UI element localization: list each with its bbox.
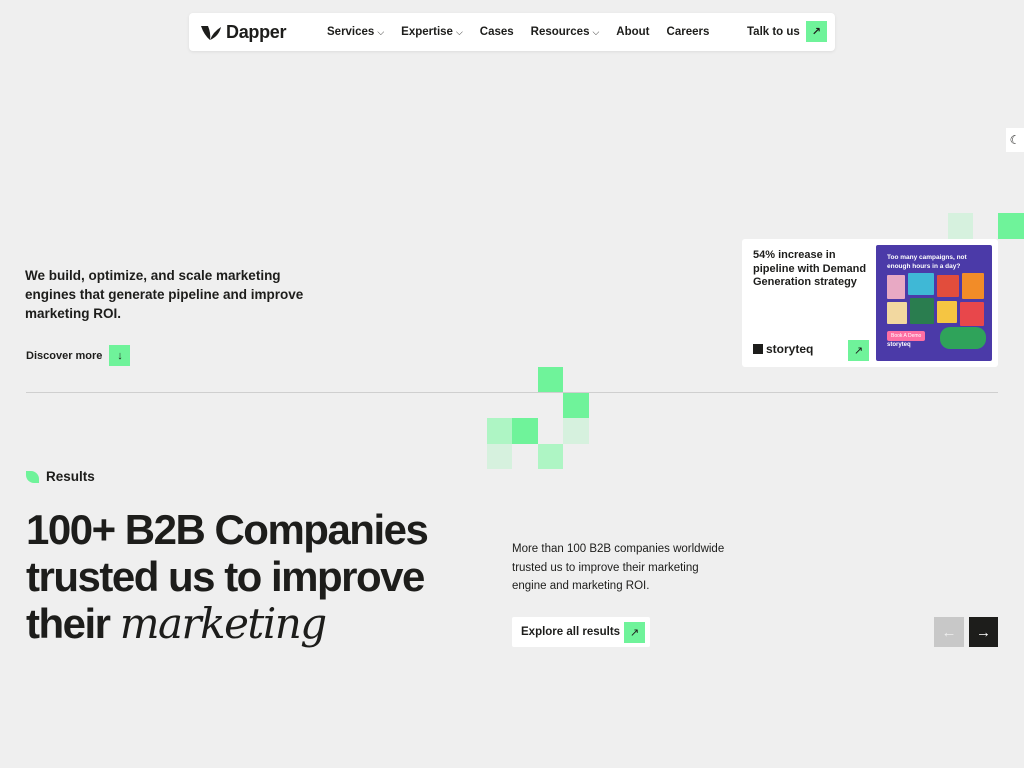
pixel-decoration <box>948 213 973 239</box>
image-tile <box>887 302 907 324</box>
storyteq-logo: storyteq <box>753 342 813 356</box>
image-tile <box>960 302 984 326</box>
main-menu: Services ⌵ Expertise ⌵ Cases Resources ⌵… <box>327 13 726 51</box>
arrow-left-icon: ← <box>941 623 957 641</box>
nav-item-label: Careers <box>666 26 710 38</box>
pixel-decoration <box>538 367 563 393</box>
image-tile <box>940 327 986 349</box>
pixel-decoration <box>563 418 589 444</box>
nav-item-expertise[interactable]: Expertise ⌵ <box>401 26 463 38</box>
storyteq-logo-icon <box>753 344 763 354</box>
results-headline: 100+ B2B Companies trusted us to improve… <box>26 506 466 647</box>
pixel-decoration <box>487 444 512 469</box>
nav-item-resources[interactable]: Resources ⌵ <box>531 26 600 38</box>
case-image-headline: Too many campaigns, not enough hours in … <box>887 254 967 270</box>
nav-item-about[interactable]: About <box>616 26 649 38</box>
pixel-decoration <box>512 418 538 444</box>
image-tile <box>937 275 959 297</box>
explore-label: Explore all results <box>521 626 621 638</box>
image-tile <box>962 273 984 299</box>
logo-text: Dapper <box>226 22 287 42</box>
moon-icon: ☾ <box>1009 133 1021 147</box>
arrow-right-icon: → <box>976 623 991 641</box>
case-study-title: 54% increase in pipeline with Demand Gen… <box>753 249 867 288</box>
carousel-prev-button[interactable]: ← <box>934 617 964 647</box>
top-navbar: Dapper Services ⌵ Expertise ⌵ Cases Reso… <box>189 13 835 51</box>
case-study-image: Too many campaigns, not enough hours in … <box>876 245 992 361</box>
logo[interactable]: Dapper <box>200 22 287 43</box>
nav-item-label: Cases <box>479 26 514 38</box>
results-label-text: Results <box>46 469 95 484</box>
theme-toggle-button[interactable]: ☾ <box>1006 128 1024 152</box>
nav-item-label: Services <box>327 26 375 38</box>
explore-all-results-button[interactable]: Explore all results ↗ <box>512 617 650 647</box>
pixel-decoration <box>563 393 589 418</box>
nav-item-label: Resources <box>530 26 590 38</box>
image-tile <box>937 301 957 323</box>
chevron-down-icon: ⌵ <box>592 26 600 37</box>
nav-item-label: Expertise <box>401 26 453 38</box>
arrow-up-right-icon: ↗ <box>805 21 827 42</box>
hero-tagline: We build, optimize, and scale marketing … <box>25 268 304 321</box>
talk-to-us-button[interactable]: Talk to us ↗ <box>747 21 827 42</box>
nav-item-services[interactable]: Services ⌵ <box>327 26 384 38</box>
discover-more-label: Discover more <box>26 349 103 362</box>
case-study-card[interactable]: 54% increase in pipeline with Demand Gen… <box>742 239 998 367</box>
chevron-down-icon: ⌵ <box>455 26 463 37</box>
pixel-decoration <box>487 418 512 444</box>
dapper-logo-icon <box>201 25 221 40</box>
chevron-down-icon: ⌵ <box>377 26 385 37</box>
leaf-icon <box>26 470 39 483</box>
image-tile <box>887 275 905 299</box>
arrow-up-right-icon: ↗ <box>624 621 645 643</box>
nav-item-careers[interactable]: Careers <box>667 26 710 38</box>
headline-italic-text: marketing <box>119 599 328 648</box>
nav-item-label: About <box>616 26 650 38</box>
talk-to-us-label: Talk to us <box>747 25 800 38</box>
nav-item-cases[interactable]: Cases <box>480 26 514 38</box>
pixel-decoration <box>538 444 563 469</box>
results-section-label: Results <box>26 469 95 484</box>
image-tile <box>908 273 934 295</box>
arrow-down-icon: ↓ <box>109 345 131 366</box>
storyteq-logo-text: storyteq <box>766 342 814 356</box>
section-divider <box>26 392 998 393</box>
discover-more-button[interactable]: Discover more ↓ <box>26 345 131 366</box>
carousel-next-button[interactable]: → <box>969 617 998 647</box>
pixel-decoration <box>998 213 1024 239</box>
image-tile <box>910 298 934 324</box>
case-study-link-button[interactable]: ↗ <box>848 340 869 361</box>
book-demo-badge: Book A Demo <box>887 331 926 341</box>
case-image-brand: storyteq <box>887 342 911 348</box>
results-description: More than 100 B2B companies worldwide tr… <box>512 543 725 592</box>
